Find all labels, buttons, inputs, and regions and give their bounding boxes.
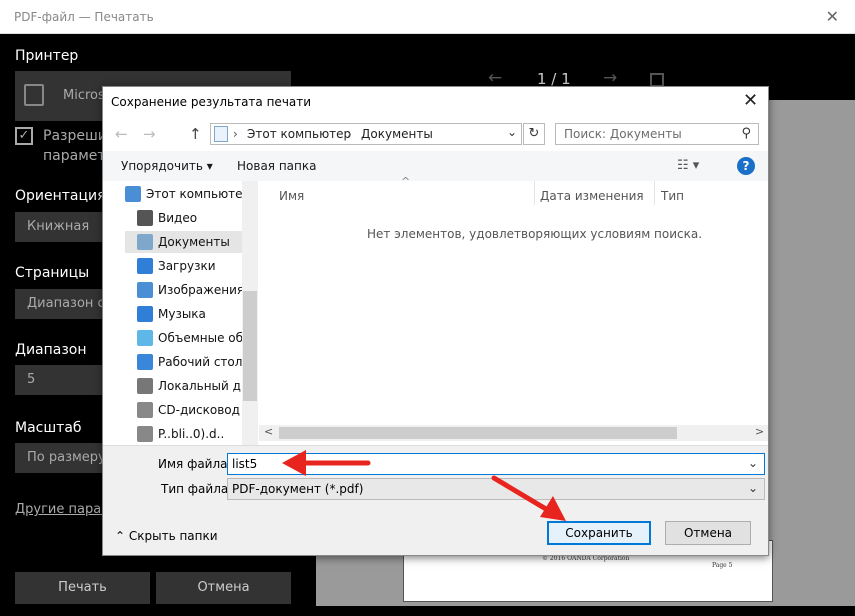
print-window: PDF-файл — Печатать ✕ Принтер Micros ✓ Р…	[0, 0, 855, 616]
annotation-arrows	[282, 450, 566, 521]
arrow-to-filename-icon	[282, 450, 371, 476]
arrow-to-save-icon	[491, 475, 566, 521]
